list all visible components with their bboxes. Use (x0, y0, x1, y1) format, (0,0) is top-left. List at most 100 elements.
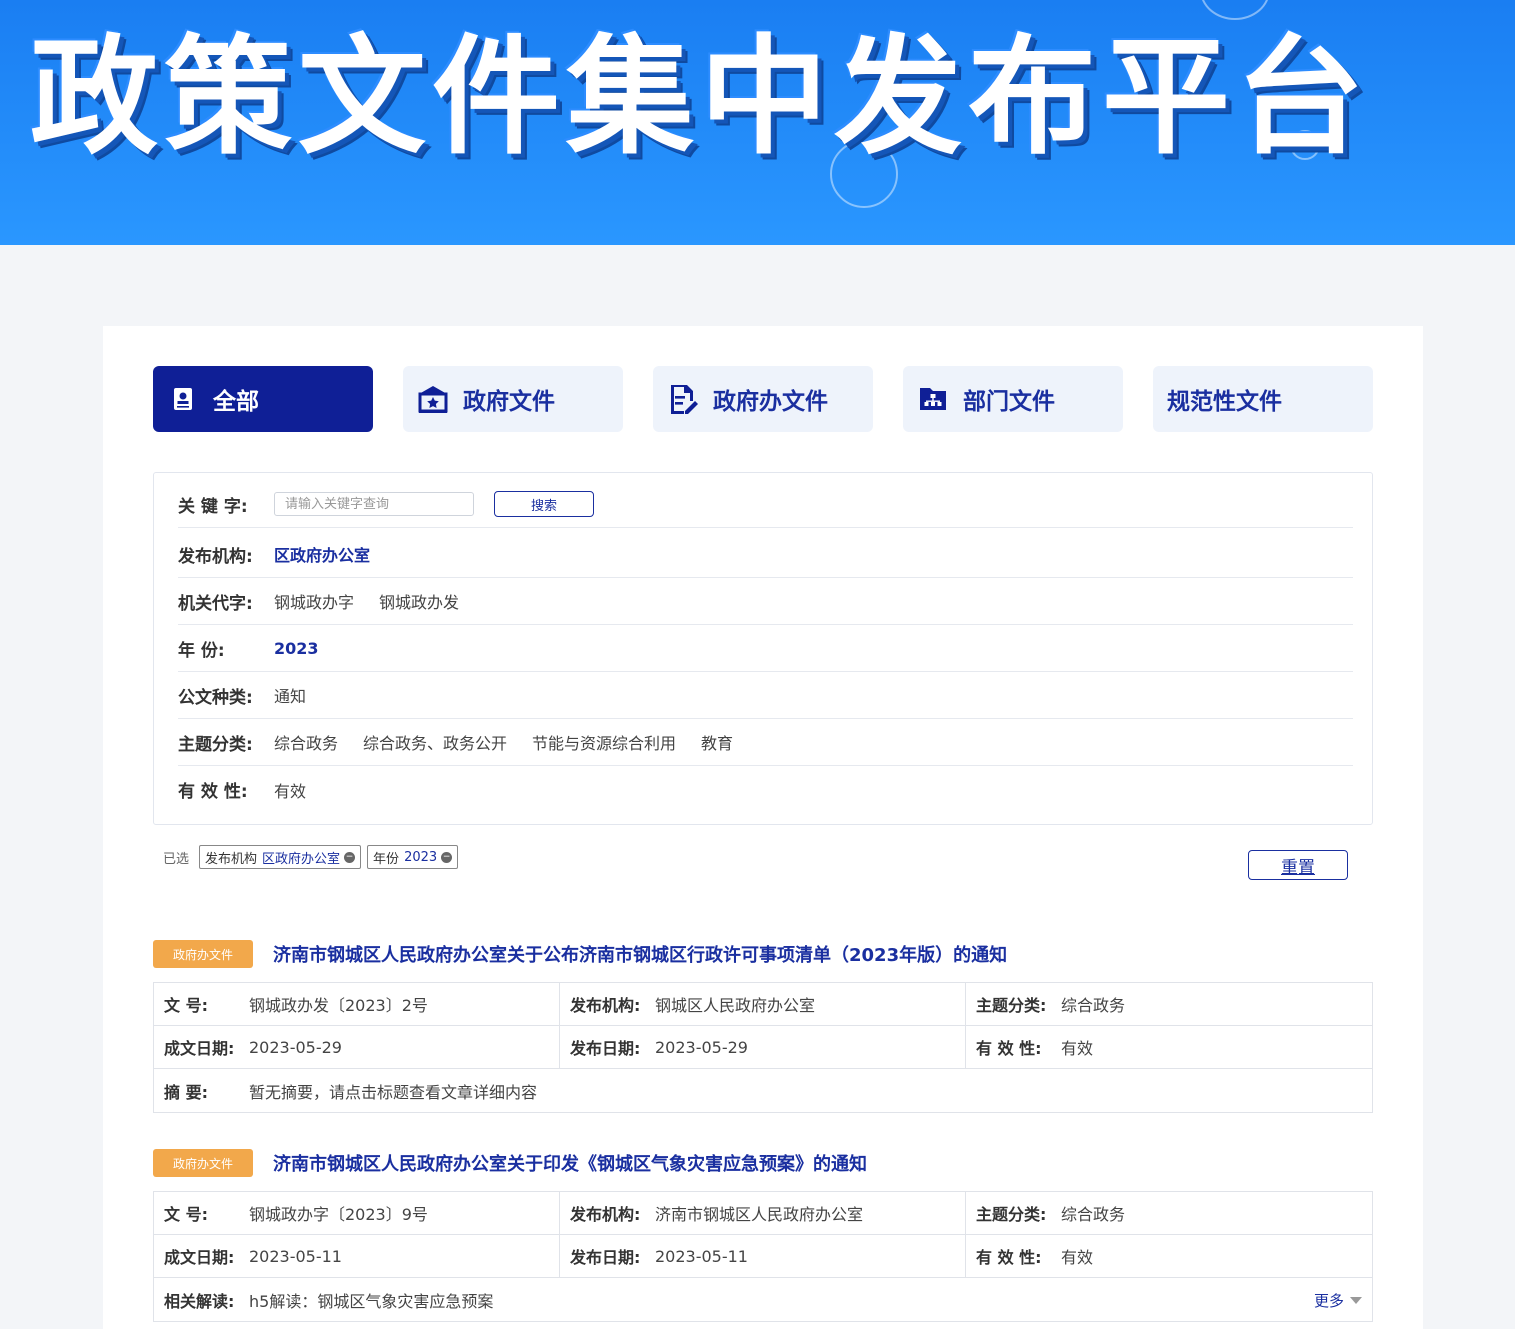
chip-value: 区政府办公室 (262, 851, 341, 867)
chip-key: 年份 (373, 851, 400, 867)
content-card: 全部 政府文件 政府办文件 部门文件 规范性文件 关 键 字: 请输入关键字查询… (103, 326, 1423, 1329)
document-title-link[interactable]: 济南市钢城区人民政府办公室关于公布济南市钢城区行政许可事项清单（2023年版）的… (273, 941, 1007, 967)
filter-row-validity: 有 效 性: 有效 (178, 766, 1353, 813)
meta-cell: 摘 要: 暂无摘要，请点击标题查看文章详细内容 (154, 1069, 1372, 1112)
filter-option[interactable]: 有效 (274, 778, 306, 802)
meta-value: 钢城区人民政府办公室 (655, 996, 816, 1015)
meta-key: 成文日期: (164, 1248, 235, 1267)
meta-value: 有效 (1061, 1039, 1094, 1058)
chip-key: 发布机构 (205, 851, 258, 867)
filter-panel: 关 键 字: 搜索 发布机构: 区政府办公室 机关代字: 钢城政办字 钢城政办发… (153, 472, 1373, 825)
document-header: 政府办文件 济南市钢城区人民政府办公室关于印发《钢城区气象灾害应急预案》的通知 (153, 1148, 1373, 1178)
meta-value: 综合政务 (1061, 1205, 1126, 1224)
filter-option[interactable]: 钢城政办字 (274, 589, 354, 613)
filter-label: 机关代字: (178, 593, 253, 614)
tab-label: 部门文件 (963, 389, 1055, 415)
chip-value: 2023 (404, 849, 438, 865)
search-button[interactable]: 搜索 (494, 491, 594, 517)
filter-row-keyword: 关 键 字: 搜索 (178, 481, 1353, 528)
related-interpretation-link[interactable]: h5解读：钢城区气象灾害应急预案 (249, 1288, 493, 1312)
meta-row: 摘 要: 暂无摘要，请点击标题查看文章详细内容 (154, 1069, 1372, 1112)
meta-key: 成文日期: (164, 1039, 235, 1058)
meta-cell: 成文日期: 2023-05-29 (154, 1026, 560, 1068)
selected-chip: 年份 2023 − (367, 845, 459, 869)
filter-option[interactable]: 综合政务、政务公开 (363, 730, 507, 754)
filter-option[interactable]: 综合政务 (274, 730, 338, 754)
meta-key: 相关解读: (164, 1291, 235, 1311)
document-meta-table: 文 号: 钢城政办发〔2023〕2号 发布机构: 钢城区人民政府办公室 主题分类: 综… (153, 982, 1373, 1113)
document-item: 政府办文件 济南市钢城区人民政府办公室关于公布济南市钢城区行政许可事项清单（20… (153, 939, 1373, 1119)
remove-chip-icon[interactable]: − (344, 851, 356, 863)
filter-row-org: 发布机构: 区政府办公室 (178, 531, 1353, 578)
meta-cell: 成文日期: 2023-05-11 (154, 1235, 560, 1277)
filter-label: 有 效 性: (178, 782, 248, 802)
tab-government-files[interactable]: 政府文件 (403, 366, 623, 432)
meta-cell: 文 号: 钢城政办字〔2023〕9号 (154, 1192, 560, 1234)
filter-option[interactable]: 钢城政办发 (379, 589, 459, 613)
meta-cell: 发布日期: 2023-05-29 (560, 1026, 966, 1068)
selected-chip: 发布机构 区政府办公室 − (199, 845, 362, 869)
meta-row: 成文日期: 2023-05-29 发布日期: 2023-05-29 有 效 性: 有效 (154, 1026, 1372, 1069)
meta-value: 有效 (1061, 1248, 1094, 1267)
reset-button[interactable]: 重置 (1248, 850, 1348, 880)
meta-cell: 相关解读: h5解读：钢城区气象灾害应急预案 更多 (154, 1278, 1372, 1321)
chevron-down-icon (1350, 1297, 1362, 1304)
remove-chip-icon[interactable]: − (441, 851, 453, 863)
meta-cell: 文 号: 钢城政办发〔2023〕2号 (154, 983, 560, 1025)
document-meta-table: 文 号: 钢城政办字〔2023〕9号 发布机构: 济南市钢城区人民政府办公室 主题分… (153, 1191, 1373, 1322)
tab-label: 政府办文件 (713, 389, 828, 415)
meta-value: 钢城政办发〔2023〕2号 (249, 996, 428, 1015)
meta-cell: 发布机构: 钢城区人民政府办公室 (560, 983, 966, 1025)
meta-value: 综合政务 (1061, 996, 1126, 1015)
tab-label: 全部 (213, 389, 259, 415)
meta-cell: 主题分类: 综合政务 (966, 1192, 1372, 1234)
filter-row-year: 年 份: 2023 (178, 625, 1353, 672)
meta-row: 文 号: 钢城政办字〔2023〕9号 发布机构: 济南市钢城区人民政府办公室 主题分… (154, 1192, 1372, 1235)
filter-option[interactable]: 区政府办公室 (274, 542, 370, 566)
meta-row: 文 号: 钢城政办发〔2023〕2号 发布机构: 钢城区人民政府办公室 主题分类: 综… (154, 983, 1372, 1026)
filter-label: 主题分类: (178, 734, 253, 755)
meta-cell: 发布日期: 2023-05-11 (560, 1235, 966, 1277)
filter-label: 关 键 字: (178, 496, 248, 517)
filter-option[interactable]: 2023 (274, 639, 319, 658)
tab-all[interactable]: 全部 (153, 366, 373, 432)
filter-label: 年 份: (178, 640, 225, 661)
meta-cell: 主题分类: 综合政务 (966, 983, 1372, 1025)
meta-cell: 有 效 性: 有效 (966, 1235, 1372, 1277)
banner-title: 政策文件集中发布平台 (30, 23, 1371, 172)
meta-key: 发布日期: (570, 1248, 641, 1267)
meta-row: 相关解读: h5解读：钢城区气象灾害应急预案 更多 (154, 1278, 1372, 1321)
tab-office-files[interactable]: 政府办文件 (653, 366, 873, 432)
more-button[interactable]: 更多 (1314, 1290, 1362, 1311)
keyword-input[interactable] (274, 492, 474, 516)
tab-department-files[interactable]: 部门文件 (903, 366, 1123, 432)
filter-row-type: 公文种类: 通知 (178, 672, 1353, 719)
filter-row-code: 机关代字: 钢城政办字 钢城政办发 (178, 578, 1353, 625)
meta-value: 济南市钢城区人民政府办公室 (655, 1205, 864, 1224)
filter-label: 发布机构: (178, 546, 253, 567)
filter-option[interactable]: 教育 (701, 730, 733, 754)
meta-key: 发布机构: (570, 1205, 641, 1224)
document-header: 政府办文件 济南市钢城区人民政府办公室关于公布济南市钢城区行政许可事项清单（20… (153, 939, 1373, 969)
category-tabs: 全部 政府文件 政府办文件 部门文件 规范性文件 (153, 366, 1373, 432)
meta-value: 2023-05-29 (655, 1037, 748, 1057)
document-item: 政府办文件 济南市钢城区人民政府办公室关于印发《钢城区气象灾害应急预案》的通知 … (153, 1148, 1373, 1329)
tab-normative-files[interactable]: 规范性文件 (1153, 366, 1373, 432)
banner: 政策文件集中发布平台 (0, 0, 1515, 245)
meta-cell: 发布机构: 济南市钢城区人民政府办公室 (560, 1192, 966, 1234)
meta-row: 成文日期: 2023-05-11 发布日期: 2023-05-11 有 效 性: 有效 (154, 1235, 1372, 1278)
filter-option[interactable]: 通知 (274, 683, 306, 707)
contacts-book-icon (167, 383, 199, 415)
decor-circle (1200, 0, 1270, 20)
meta-key: 主题分类: (976, 996, 1047, 1015)
document-summary: 暂无摘要，请点击标题查看文章详细内容 (249, 1082, 538, 1102)
folder-org-icon (917, 383, 949, 415)
document-title-link[interactable]: 济南市钢城区人民政府办公室关于印发《钢城区气象灾害应急预案》的通知 (273, 1150, 867, 1176)
meta-value: 2023-05-11 (655, 1246, 748, 1266)
meta-value: 钢城政办字〔2023〕9号 (249, 1205, 428, 1224)
meta-key: 摘 要: (164, 1082, 208, 1102)
selected-filters: 已选 发布机构 区政府办公室 − 年份 2023 − (163, 845, 464, 869)
meta-value: 2023-05-11 (249, 1246, 342, 1266)
filter-option[interactable]: 节能与资源综合利用 (532, 730, 676, 754)
government-building-icon (417, 383, 449, 415)
